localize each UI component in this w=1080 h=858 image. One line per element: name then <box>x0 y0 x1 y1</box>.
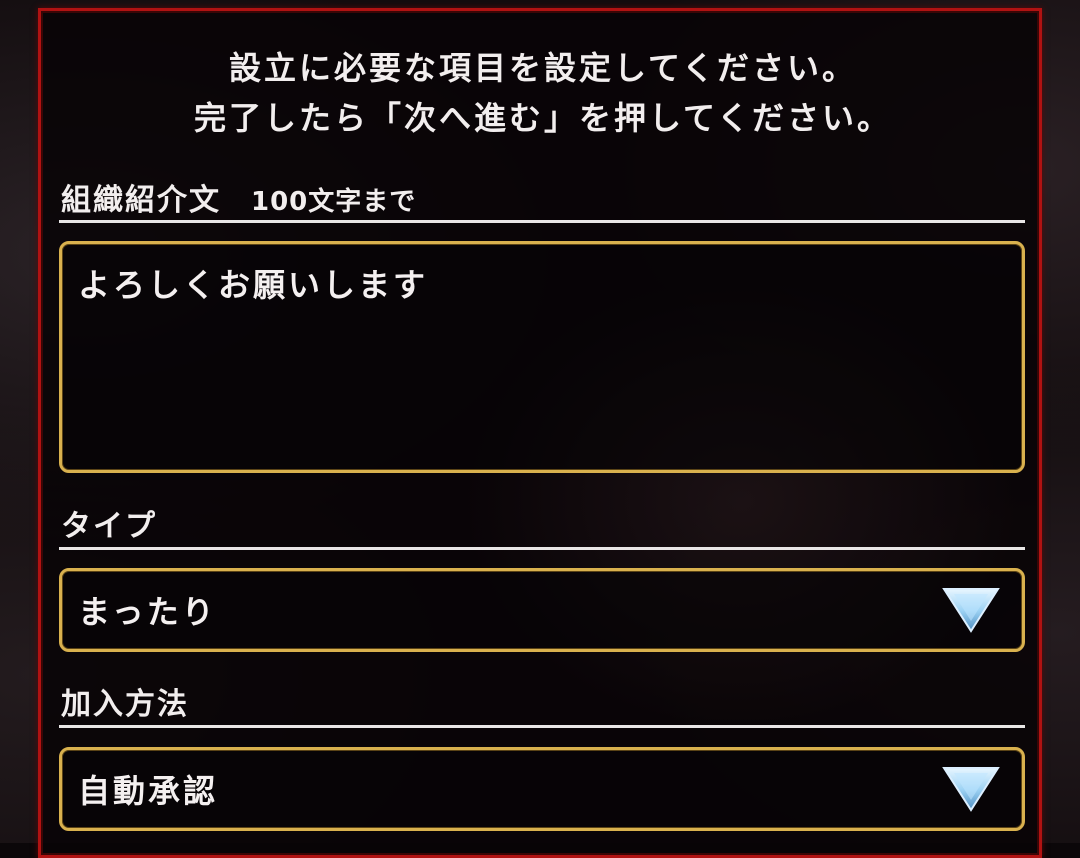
intro-textarea-value: よろしくお願いします <box>78 266 429 304</box>
intro-label: 組織紹介文 100文字まで <box>61 175 416 219</box>
chevron-down-icon[interactable] <box>942 585 1000 635</box>
join-method-select-value: 自動承認 <box>78 772 219 810</box>
divider <box>59 725 1025 728</box>
divider <box>59 220 1025 223</box>
instruction-line-1: 設立に必要な項目を設定してください。 <box>228 49 858 87</box>
intro-char-limit: 100文字まで <box>251 187 417 217</box>
divider <box>59 547 1025 550</box>
intro-label-text: 組織紹介文 <box>61 183 221 218</box>
settings-panel: 設立に必要な項目を設定してください。 完了したら「次へ進む」を押してください。 … <box>38 8 1042 858</box>
type-label: タイプ <box>61 509 157 544</box>
type-select-value: まったり <box>78 593 217 631</box>
chevron-down-icon[interactable] <box>942 764 1000 814</box>
instruction-line-2: 完了したら「次へ進む」を押してください。 <box>193 99 893 137</box>
join-method-label: 加入方法 <box>61 687 189 722</box>
instructions: 設立に必要な項目を設定してください。 完了したら「次へ進む」を押してください。 <box>41 43 1045 143</box>
type-select[interactable]: まったり <box>59 568 1025 652</box>
join-method-select[interactable]: 自動承認 <box>59 747 1025 831</box>
intro-textarea[interactable]: よろしくお願いします <box>59 241 1025 473</box>
